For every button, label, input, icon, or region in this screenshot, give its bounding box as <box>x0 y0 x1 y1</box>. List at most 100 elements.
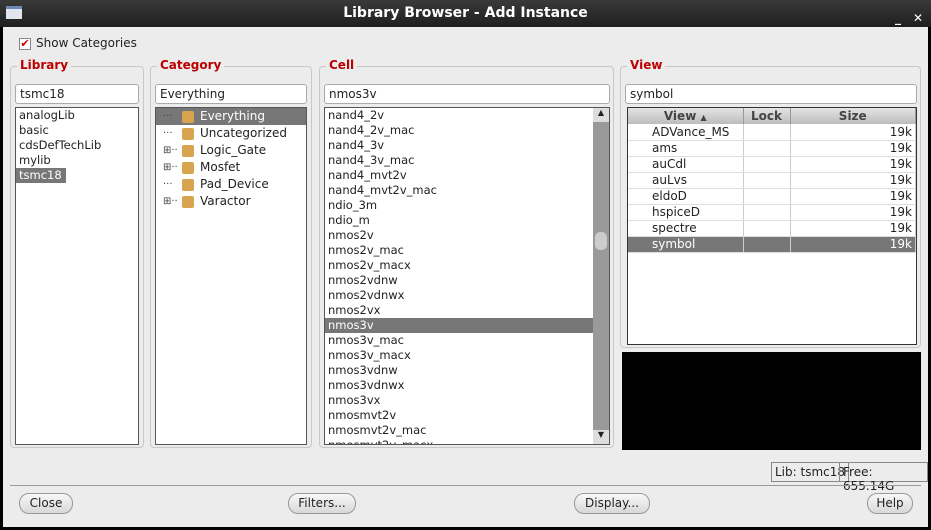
cell-filter-input[interactable]: nmos3v <box>324 84 610 104</box>
view-size: 19k <box>790 156 916 173</box>
close-button[interactable]: Close <box>19 493 73 514</box>
cell-title: Cell <box>326 58 358 72</box>
category-filter-input[interactable]: Everything <box>155 84 307 104</box>
cell-item[interactable]: nmos2v <box>325 228 593 243</box>
expand-icon[interactable]: ⊞·· <box>163 193 178 210</box>
library-item[interactable]: analogLib <box>16 108 75 123</box>
cell-item[interactable]: nand4_mvt2v <box>325 168 593 183</box>
category-label: Everything <box>200 109 265 123</box>
view-size: 19k <box>790 188 916 205</box>
view-row[interactable]: spectre 19k <box>628 220 916 237</box>
category-label: Mosfet <box>200 160 241 174</box>
view-name: ams <box>628 140 744 157</box>
view-row[interactable]: ADVance_MS 19k <box>628 124 916 141</box>
show-categories-checkbox[interactable]: ✔ <box>19 38 31 50</box>
library-filter-input[interactable]: tsmc18 <box>15 84 139 104</box>
show-categories-label: Show Categories <box>36 36 137 50</box>
view-row[interactable]: auCdl 19k <box>628 156 916 173</box>
category-label: Pad_Device <box>200 177 269 191</box>
view-name: ADVance_MS <box>628 124 744 141</box>
cell-item[interactable]: nmos2vx <box>325 303 593 318</box>
view-row[interactable]: hspiceD 19k <box>628 204 916 221</box>
scroll-thumb[interactable] <box>595 232 607 250</box>
cell-item[interactable]: nmos3vdnwx <box>325 378 593 393</box>
library-list[interactable]: analogLib basic cdsDefTechLib mylib tsmc18 <box>15 107 139 445</box>
cell-item[interactable]: nmos3v_mac <box>325 333 593 348</box>
category-tree[interactable]: ··· Everything ··· Uncategorized ⊞·· Logic_G… <box>155 107 307 445</box>
view-name: spectre <box>628 220 744 237</box>
cell-item[interactable]: nmos2v_macx <box>325 258 593 273</box>
view-lock <box>743 204 791 221</box>
view-size: 19k <box>790 204 916 221</box>
expand-icon[interactable]: ⊞·· <box>163 159 178 176</box>
library-item[interactable]: mylib <box>16 153 51 168</box>
cell-item[interactable]: nmosmvt2v <box>325 408 593 423</box>
view-lock <box>743 172 791 189</box>
category-tree-item[interactable]: ⊞·· Mosfet <box>156 159 306 176</box>
view-table[interactable]: View ▲ Lock Size ADVance_MS 19k ams 19k auCd… <box>627 107 917 345</box>
view-row[interactable]: symbol 19k <box>628 236 916 253</box>
cell-list[interactable]: nand4_2v nand4_2v_mac nand4_3v nand4_3v_mac… <box>324 107 610 445</box>
expand-icon[interactable]: ⊞·· <box>163 142 178 159</box>
cell-item[interactable]: nmos3vdnw <box>325 363 593 378</box>
category-title: Category <box>157 58 225 72</box>
scroll-up-arrow[interactable]: ▲ <box>593 108 609 122</box>
library-item[interactable]: basic <box>16 123 49 138</box>
cell-item[interactable]: nand4_2v <box>325 108 593 123</box>
library-item[interactable]: tsmc18 <box>16 168 66 183</box>
view-name: auCdl <box>628 156 744 173</box>
view-lock <box>743 156 791 173</box>
size-column-header[interactable]: Size <box>790 108 916 124</box>
view-size: 19k <box>790 220 916 237</box>
view-name: eldoD <box>628 188 744 205</box>
cell-item[interactable]: nand4_3v <box>325 138 593 153</box>
view-lock <box>743 188 791 205</box>
lock-column-header[interactable]: Lock <box>743 108 791 124</box>
cell-panel: Cell nmos3v nand4_2v nand4_2v_mac nand4_3v… <box>319 58 614 448</box>
cell-item[interactable]: nand4_2v_mac <box>325 123 593 138</box>
cell-item[interactable]: nmos3v_macx <box>325 348 593 363</box>
view-size: 19k <box>790 124 916 141</box>
cell-item[interactable]: nmos2v_mac <box>325 243 593 258</box>
view-row[interactable]: ams 19k <box>628 140 916 157</box>
cell-item[interactable]: nand4_mvt2v_mac <box>325 183 593 198</box>
view-name: hspiceD <box>628 204 744 221</box>
view-size: 19k <box>790 172 916 189</box>
help-button[interactable]: Help <box>867 493 913 514</box>
cell-item[interactable]: nmos3vx <box>325 393 593 408</box>
cell-scrollbar[interactable]: ▲ ▼ <box>593 108 609 444</box>
cell-item[interactable]: nmosmvt2v_macx <box>325 438 593 444</box>
category-tree-item[interactable]: ⊞·· Logic_Gate <box>156 142 306 159</box>
filters-button[interactable]: Filters... <box>288 493 356 514</box>
cell-item[interactable]: nmosmvt2v_mac <box>325 423 593 438</box>
category-scroll-icon <box>182 145 194 157</box>
view-row[interactable]: eldoD 19k <box>628 188 916 205</box>
dialog-body: ✔ Show Categories Library tsmc18 analogL… <box>3 27 928 527</box>
library-panel: Library tsmc18 analogLib basic cdsDefTechL… <box>10 58 144 448</box>
view-column-header[interactable]: View ▲ <box>628 108 744 124</box>
category-label: Uncategorized <box>200 126 287 140</box>
cell-item[interactable]: ndio_3m <box>325 198 593 213</box>
expand-icon: ··· <box>163 128 173 139</box>
view-lock <box>743 220 791 237</box>
cell-item[interactable]: nmos2vdnw <box>325 273 593 288</box>
cell-item[interactable]: nand4_3v_mac <box>325 153 593 168</box>
view-size: 19k <box>790 140 916 157</box>
category-scroll-icon <box>182 196 194 208</box>
sort-ascending-icon: ▲ <box>700 113 707 122</box>
category-tree-item[interactable]: ··· Uncategorized <box>156 125 306 142</box>
category-panel: Category Everything ··· Everything ··· Unc… <box>150 58 312 448</box>
cell-item[interactable]: nmos3v <box>325 318 593 333</box>
category-tree-item[interactable]: ··· Everything <box>156 108 306 125</box>
title-bar: Library Browser - Add Instance _ ✕ <box>0 0 931 27</box>
cell-item[interactable]: ndio_m <box>325 213 593 228</box>
category-tree-item[interactable]: ⊞·· Varactor <box>156 193 306 210</box>
cell-item[interactable]: nmos2vdnwx <box>325 288 593 303</box>
category-tree-item[interactable]: ··· Pad_Device <box>156 176 306 193</box>
display-button[interactable]: Display... <box>574 493 650 514</box>
scroll-down-arrow[interactable]: ▼ <box>593 430 609 444</box>
view-filter-input[interactable]: symbol <box>625 84 917 104</box>
expand-icon: ··· <box>163 179 173 190</box>
view-row[interactable]: auLvs 19k <box>628 172 916 189</box>
library-item[interactable]: cdsDefTechLib <box>16 138 101 153</box>
